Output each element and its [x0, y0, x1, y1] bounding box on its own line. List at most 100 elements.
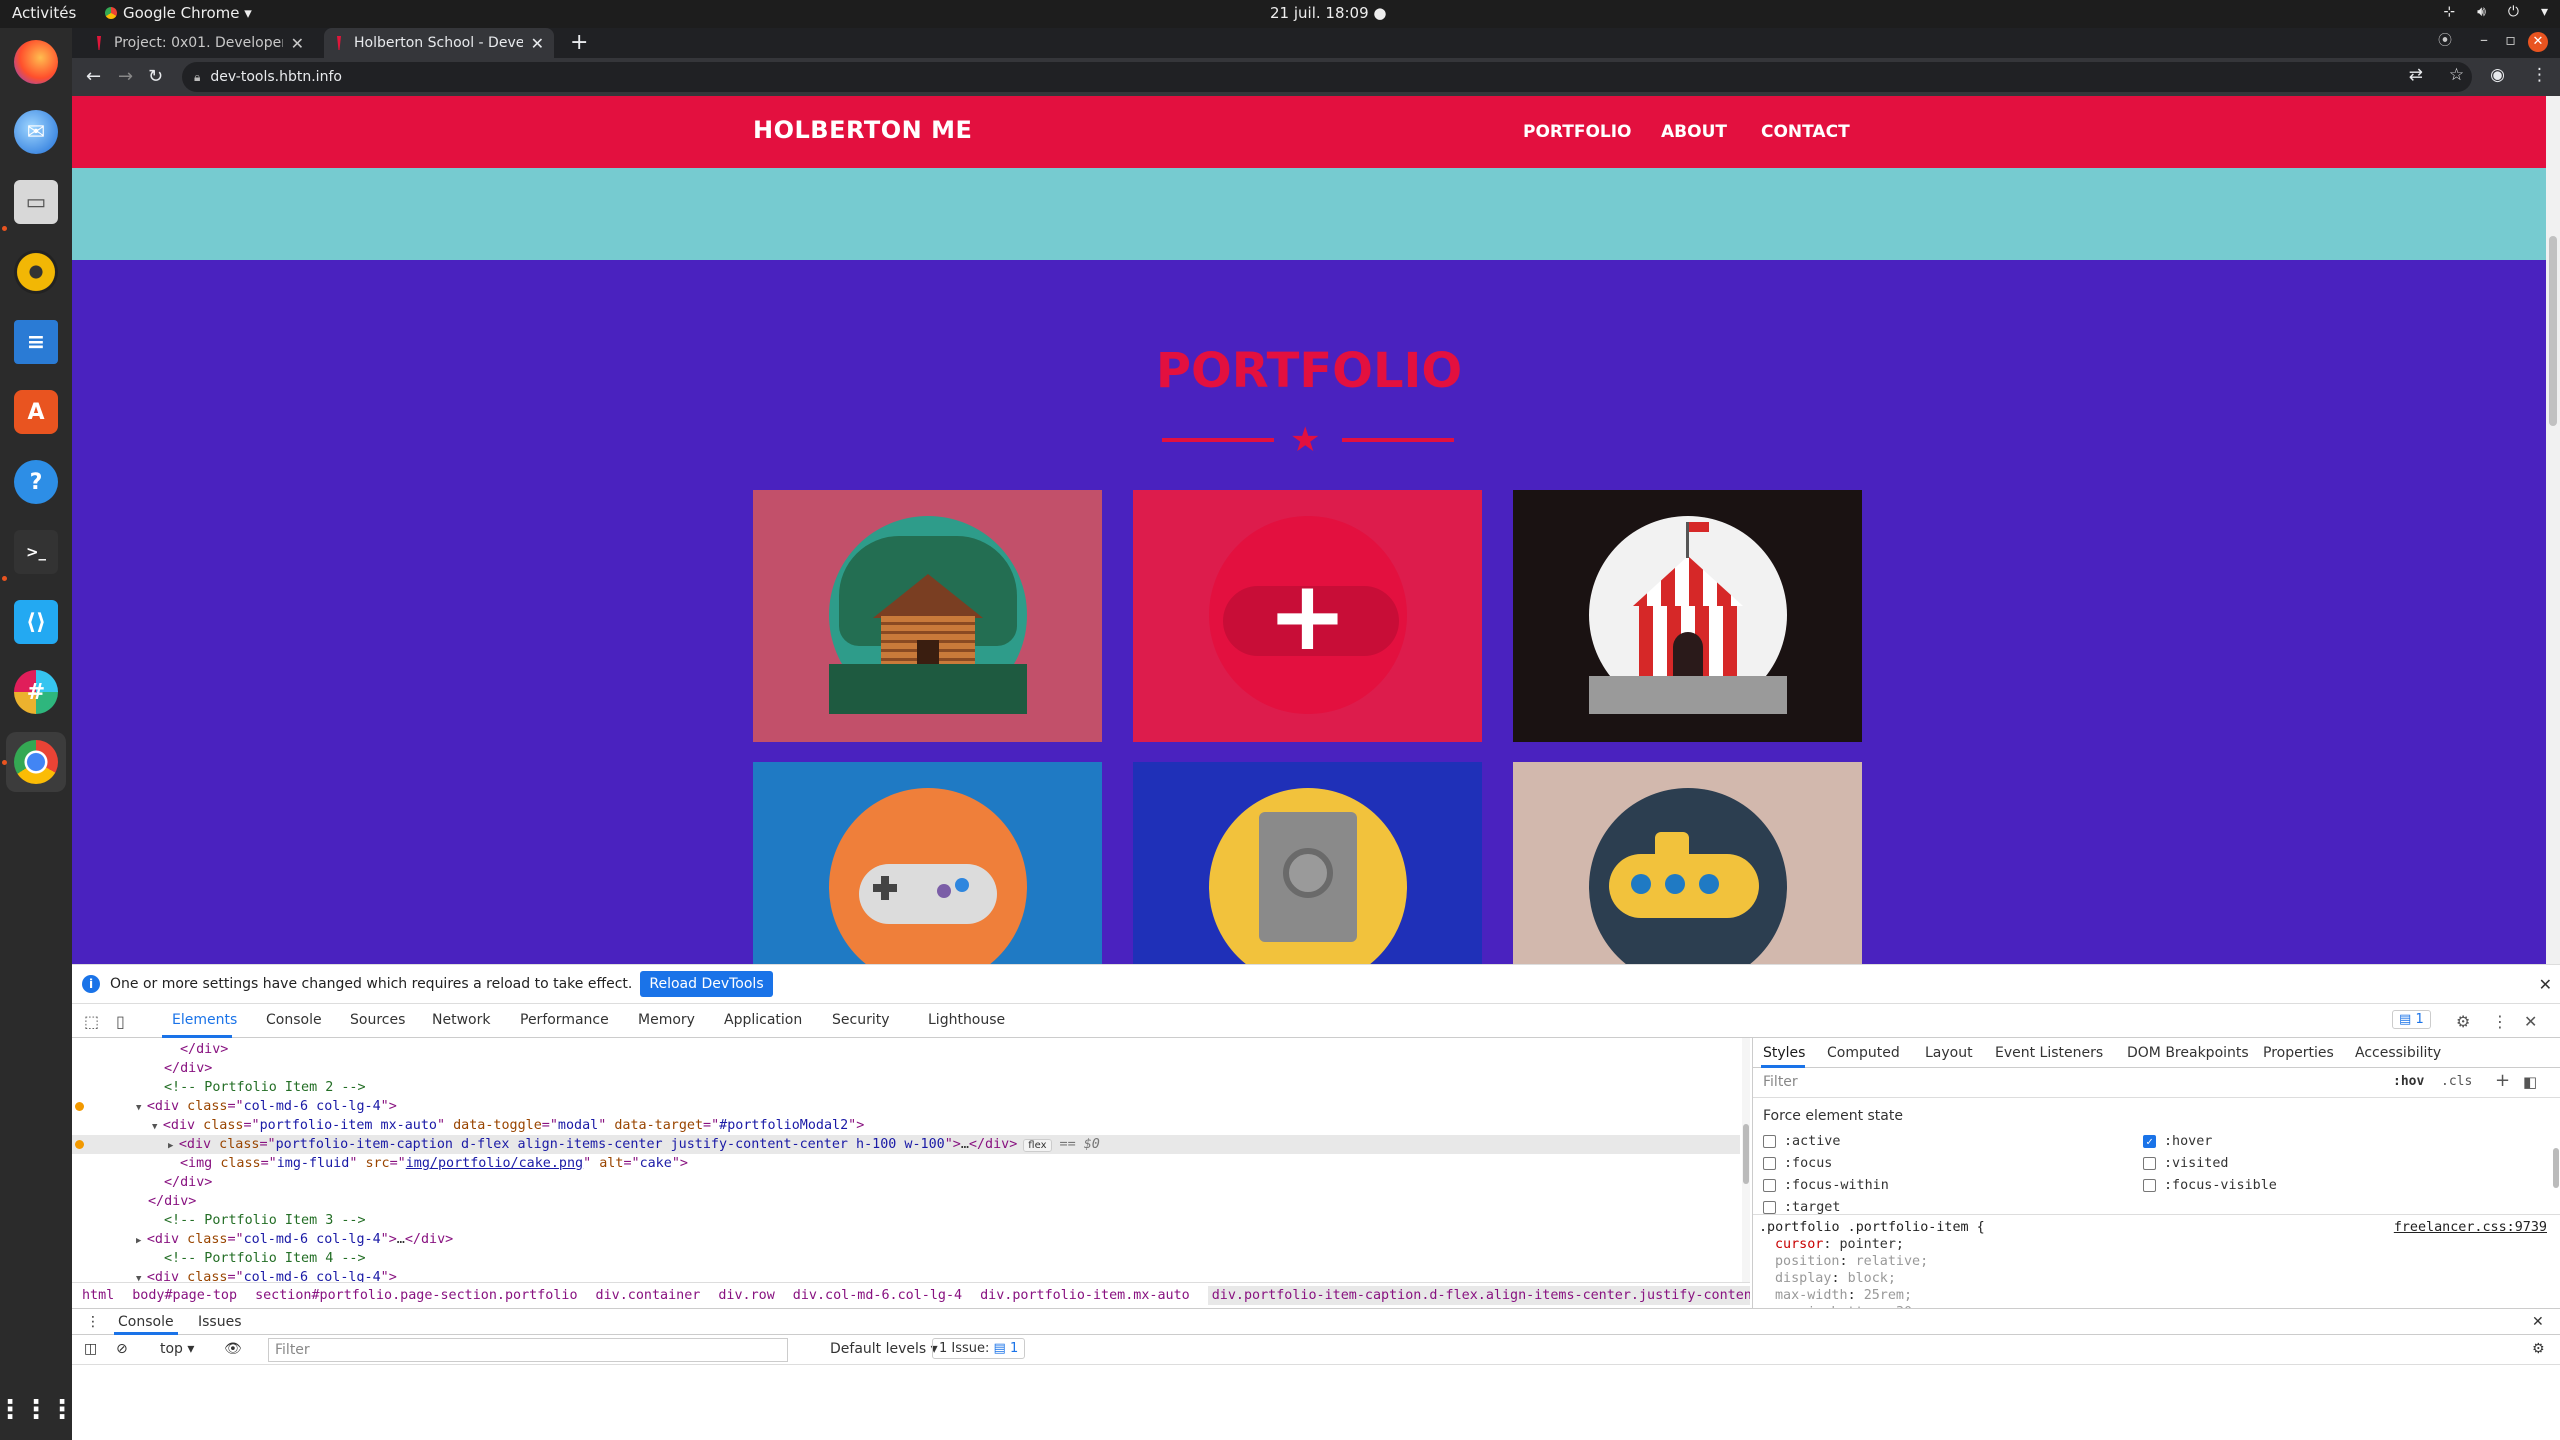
issues-badge[interactable]: ▤ 1	[2392, 1010, 2431, 1029]
rule-source-link[interactable]: freelancer.css:9739	[2394, 1220, 2547, 1235]
elements-scrollbar[interactable]	[1742, 1038, 1750, 1282]
tab-layout[interactable]: Layout	[1925, 1045, 1973, 1061]
rule-selector[interactable]: .portfolio .portfolio-item {	[1759, 1220, 1985, 1235]
drawer-menu-icon[interactable]: ⋮	[86, 1314, 100, 1330]
eye-icon[interactable]: 👁︎	[224, 1341, 242, 1357]
breadcrumb-item[interactable]: body#page-top	[132, 1288, 237, 1303]
close-icon[interactable]: ✕	[2532, 1314, 2544, 1330]
expand-arrow-icon[interactable]: ▼	[136, 1103, 147, 1113]
portfolio-item-circus[interactable]	[1513, 490, 1862, 742]
clock[interactable]: 21 juil. 18:09 ●	[1270, 4, 1386, 22]
breadcrumb-item[interactable]: div.container	[596, 1288, 701, 1303]
sidebar-toggle-icon[interactable]: ◫	[84, 1341, 97, 1357]
dom-node-line[interactable]: ▼ <div class="portfolio-item mx-auto" da…	[72, 1116, 1740, 1135]
nav-contact[interactable]: CONTACT	[1761, 122, 1850, 142]
breadcrumb-item[interactable]: div.portfolio-item-caption.d-flex.align-…	[1207, 1286, 1750, 1305]
dock-firefox[interactable]	[6, 32, 66, 92]
force-state-active[interactable]: :active	[1763, 1134, 1840, 1149]
clear-console-icon[interactable]: ⊘	[116, 1341, 128, 1357]
dom-node-line[interactable]: ▼ <div class="col-md-6 col-lg-4">	[72, 1268, 1740, 1282]
address-bar[interactable]: 🔒︎ dev-tools.hbtn.info	[182, 62, 2472, 92]
chevron-down-icon[interactable]: ▾	[2541, 4, 2548, 20]
dom-node-line[interactable]: ▶ <div class="portfolio-item-caption d-f…	[72, 1135, 1740, 1154]
dom-node-line[interactable]: ▶ <div class="col-md-6 col-lg-4">…</div>	[72, 1230, 1740, 1249]
force-state-focus[interactable]: :focus	[1763, 1156, 1832, 1171]
close-icon[interactable]: ✕	[2539, 975, 2552, 994]
scrollbar-thumb[interactable]	[2549, 236, 2557, 426]
maximize-button[interactable]: ▫	[2505, 30, 2516, 49]
tab-network[interactable]: Network	[432, 1012, 490, 1028]
dock-help[interactable]: ?	[6, 452, 66, 512]
dom-node-line[interactable]: </div>	[72, 1040, 1740, 1059]
css-declaration[interactable]: cursor: pointer;	[1775, 1237, 1904, 1252]
drawer-tab-issues[interactable]: Issues	[198, 1314, 242, 1330]
checkbox[interactable]	[1763, 1201, 1776, 1214]
volume-icon[interactable]: 🔊︎	[2477, 4, 2486, 20]
tab-accessibility[interactable]: Accessibility	[2355, 1045, 2441, 1061]
tab-lighthouse[interactable]: Lighthouse	[928, 1012, 1005, 1028]
css-declaration[interactable]: display: block;	[1775, 1271, 1896, 1286]
scrollbar-thumb[interactable]	[1743, 1124, 1749, 1184]
system-tray[interactable]: ⊹ 🔊︎ ⏻ ▾	[2443, 4, 2548, 20]
console-filter-input[interactable]: Filter	[268, 1338, 788, 1362]
forward-icon[interactable]: →	[118, 66, 133, 87]
tab-search-icon[interactable]: ⦿	[2438, 30, 2452, 50]
breadcrumb-item[interactable]: div.col-md-6.col-lg-4	[793, 1288, 962, 1303]
drawer-tab-console[interactable]: Console	[118, 1314, 174, 1330]
dock-slack[interactable]: #	[6, 662, 66, 722]
force-state-focus-visible[interactable]: :focus-visible	[2143, 1178, 2277, 1193]
console-issues-button[interactable]: 1 Issue: ▤ 1	[932, 1338, 1026, 1359]
dock-vscode[interactable]: ⟨⟩	[6, 592, 66, 652]
dom-node-line[interactable]: </div>	[72, 1192, 1740, 1211]
tab-project[interactable]: Project: 0x01. Developer t ✕	[84, 28, 314, 58]
dom-node-line[interactable]: ▼ <div class="col-md-6 col-lg-4">	[72, 1097, 1740, 1116]
tab-dom-breakpoints[interactable]: DOM Breakpoints	[2127, 1045, 2249, 1061]
checkbox[interactable]	[1763, 1157, 1776, 1170]
minimize-button[interactable]: –	[2480, 30, 2488, 49]
scrollbar-thumb[interactable]	[2553, 1148, 2559, 1188]
tab-sources[interactable]: Sources	[350, 1012, 405, 1028]
dock-thunderbird[interactable]: ✉	[6, 102, 66, 162]
tab-properties[interactable]: Properties	[2263, 1045, 2334, 1061]
profile-avatar-icon[interactable]: ◉	[2490, 65, 2505, 85]
dom-node-line[interactable]: </div>	[72, 1173, 1740, 1192]
expand-arrow-icon[interactable]: ▶	[136, 1236, 147, 1246]
flex-badge[interactable]: flex	[1023, 1139, 1052, 1152]
tab-elements[interactable]: Elements	[172, 1012, 237, 1028]
new-rule-icon[interactable]: +	[2495, 1070, 2510, 1091]
dom-node-line[interactable]: <!-- Portfolio Item 2 -->	[72, 1078, 1740, 1097]
bookmark-star-icon[interactable]: ☆	[2449, 65, 2464, 85]
tab-event-listeners[interactable]: Event Listeners	[1995, 1045, 2103, 1061]
breadcrumb-item[interactable]: div.row	[718, 1288, 774, 1303]
activities-button[interactable]: Activités	[12, 4, 76, 22]
dock-terminal[interactable]: >_	[6, 522, 66, 582]
network-icon[interactable]: ⊹	[2443, 4, 2455, 20]
reload-devtools-button[interactable]: Reload DevTools	[640, 971, 773, 997]
show-applications-button[interactable]: ⋮⋮⋮	[0, 1380, 75, 1440]
back-icon[interactable]: ←	[86, 66, 101, 87]
expand-arrow-icon[interactable]: ▼	[152, 1122, 163, 1132]
force-state-focus-within[interactable]: :focus-within	[1763, 1178, 1889, 1193]
devtools-menu-icon[interactable]: ⋮	[2492, 1012, 2508, 1031]
console-settings-icon[interactable]: ⚙	[2532, 1341, 2545, 1357]
log-levels-select[interactable]: Default levels ▾	[830, 1341, 938, 1357]
checkbox[interactable]	[1763, 1135, 1776, 1148]
tab-memory[interactable]: Memory	[638, 1012, 695, 1028]
settings-gear-icon[interactable]: ⚙	[2456, 1012, 2470, 1031]
window-close-button[interactable]: ✕	[2528, 32, 2548, 52]
inspect-element-icon[interactable]: ⬚	[84, 1012, 99, 1031]
checkbox[interactable]: ✓	[2143, 1135, 2156, 1148]
nav-portfolio[interactable]: PORTFOLIO	[1523, 122, 1632, 142]
portfolio-item-cake[interactable]: +	[1133, 490, 1482, 742]
portfolio-item-game[interactable]	[753, 762, 1102, 964]
portfolio-item-safe[interactable]	[1133, 762, 1482, 964]
page-scrollbar[interactable]	[2546, 96, 2560, 964]
checkbox[interactable]	[2143, 1179, 2156, 1192]
breadcrumb-item[interactable]: html	[82, 1288, 114, 1303]
tab-holberton[interactable]: Holberton School - Develo ✕	[324, 28, 554, 58]
dock-rhythmbox[interactable]	[6, 242, 66, 302]
force-state-visited[interactable]: :visited	[2143, 1156, 2229, 1171]
tab-computed[interactable]: Computed	[1827, 1045, 1900, 1061]
close-icon[interactable]: ✕	[2524, 1012, 2537, 1031]
tab-console[interactable]: Console	[266, 1012, 322, 1028]
